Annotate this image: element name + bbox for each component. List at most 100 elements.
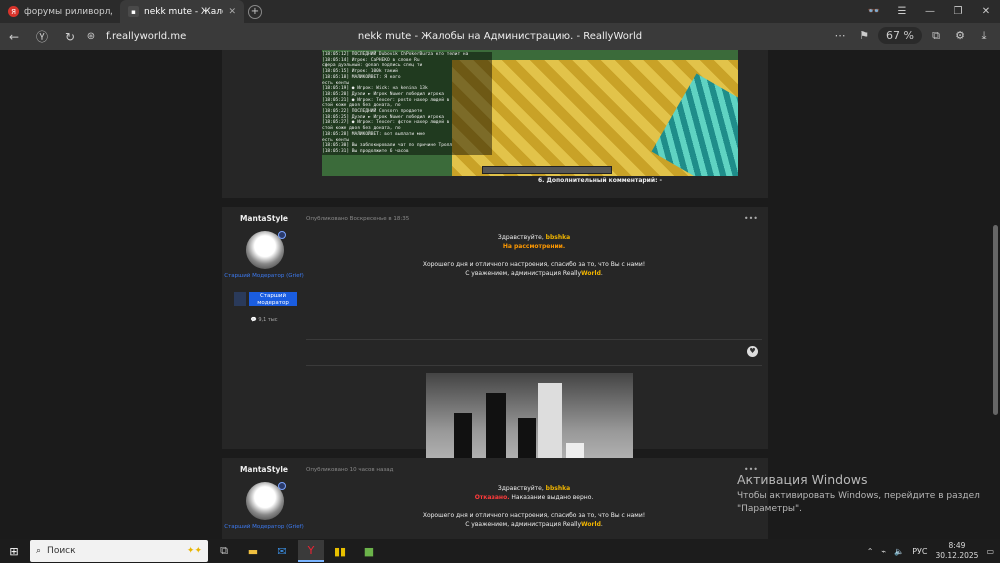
sparkle-icon: ✦✦ (186, 546, 202, 556)
post-body: Здравствуйте, bbshka На рассмотрении. Хо… (306, 233, 762, 278)
yandex-icon: Я (8, 6, 19, 17)
realityworld-icon: ▪ (128, 6, 139, 17)
author-role: Старший Модератор (Grief) (224, 273, 304, 279)
post-body: Здравствуйте, bbshka Отказано. Наказание… (306, 484, 762, 529)
greeting-text: Здравствуйте, (497, 485, 544, 492)
author-name[interactable]: MantaStyle (222, 214, 306, 223)
site-security-icon[interactable]: ⊛ (84, 31, 98, 42)
app-icon-yellow[interactable]: ▮▮ (327, 540, 353, 562)
body-text: Хорошего дня и отличного настроения, спа… (422, 261, 646, 268)
signoff-text: С уважением, администрация Really (465, 270, 582, 277)
bookmark-icon[interactable]: ⚑ (854, 29, 874, 42)
search-icon: ⌕ (36, 546, 42, 556)
yandex-home-icon[interactable]: Ⓨ (28, 28, 56, 45)
watermark-line: Чтобы активировать Windows, перейдите в … (737, 491, 980, 501)
search-placeholder: Поиск (47, 546, 76, 556)
reader-icon[interactable]: 👓 (860, 6, 888, 17)
outlook-icon[interactable]: ✉ (269, 540, 295, 562)
tab-forum-search[interactable]: Я форумы риливорлд — Ян (0, 0, 120, 23)
page-scrollbar[interactable] (993, 225, 998, 415)
author-role: Старший Модератор (Grief) (224, 524, 304, 530)
message-count-value: 9,1 тыс (258, 317, 278, 323)
status-text: На рассмотрении. (502, 243, 566, 250)
more-options-icon[interactable]: ••• (744, 214, 758, 223)
chat-line: [18:05:31] Вы продолжите 6 часов (322, 148, 409, 154)
tab-title: nekk mute - Жалобы на (144, 6, 223, 17)
signoff-suffix: . (600, 521, 603, 528)
divider (306, 339, 762, 340)
tab-title: форумы риливорлд — Ян (24, 6, 112, 17)
mc-chat-log: [18:05:12] ПОСЛЕДНИЙ Dubovik ChPokerBurz… (322, 52, 492, 155)
clock-time: 8:49 (948, 541, 966, 550)
task-view-icon[interactable]: ⧉ (211, 540, 237, 562)
watermark-line: "Параметры". (737, 504, 803, 514)
clock[interactable]: 8:49 30.12.2025 (935, 541, 978, 561)
back-arrow-icon[interactable]: ← (0, 30, 28, 44)
zoom-indicator[interactable]: 67 % (878, 27, 922, 44)
body-text: Хорошего дня и отличного настроения, спа… (422, 512, 646, 519)
mention-user[interactable]: bbshka (546, 234, 570, 241)
close-tab-icon[interactable]: ✕ (228, 7, 236, 17)
yandex-browser-icon[interactable]: Y (298, 540, 324, 562)
status-line: Отказано. Наказание выдано верно. (306, 493, 762, 502)
menu-icon[interactable]: ☰ (888, 6, 916, 17)
system-tray: ⌃ ⌁ 🔈 РУС 8:49 30.12.2025 ▭ (867, 539, 994, 563)
chat-line: [18:05:12] ПОСЛЕДНИЙ Dubovik ChPokerBurz… (322, 52, 469, 57)
tab-complaint[interactable]: ▪ nekk mute - Жалобы на ✕ (120, 0, 244, 23)
url-field[interactable]: f.reallyworld.me (106, 31, 186, 42)
page-viewport: [18:05:12] ПОСЛЕДНИЙ Dubovik ChPokerBurz… (0, 50, 1000, 539)
role-badge: Старший модератор (249, 292, 297, 306)
greeting: Здравствуйте, bbshka (306, 233, 762, 242)
signoff: С уважением, администрация ReallyWorld. (306, 520, 762, 529)
additional-comment: 6. Дополнительный комментарий: - (538, 177, 663, 184)
windows-start-icon[interactable]: ⊞ (0, 545, 28, 558)
reload-icon[interactable]: ↻ (56, 30, 84, 44)
online-status-icon (278, 482, 286, 490)
mention-user[interactable]: bbshka (546, 485, 570, 492)
mc-hotbar (482, 166, 612, 174)
watermark-title: Активация Windows (737, 472, 868, 487)
post-date[interactable]: Опубликовано Воскресенье в 18:35 (306, 216, 409, 222)
post-original: [18:05:12] ПОСЛЕДНИЙ Dubovik ChPokerBurz… (222, 50, 768, 198)
greeting-text: Здравствуйте, (497, 234, 544, 241)
chess-piece (486, 393, 506, 468)
new-tab-button[interactable]: + (248, 4, 262, 19)
chevron-up-icon[interactable]: ⌃ (867, 547, 874, 556)
signoff-suffix: . (600, 270, 603, 277)
language-indicator[interactable]: РУС (912, 547, 927, 556)
more-icon[interactable]: ⋯ (830, 29, 850, 42)
tab-bar: Я форумы риливорлд — Ян ▪ nekk mute - Жа… (0, 0, 1000, 23)
extensions-icon[interactable]: ⚙ (950, 29, 970, 42)
window-controls: 👓 ☰ — ❐ ✕ (860, 0, 1000, 23)
minimize-button[interactable]: — (916, 6, 944, 17)
tabs-icon[interactable]: ⧉ (926, 29, 946, 43)
post-date[interactable]: Опубликовано 10 часов назад (306, 467, 393, 473)
signoff-text: С уважением, администрация Really (465, 521, 582, 528)
signoff-brand: World (581, 270, 601, 277)
close-window-button[interactable]: ✕ (972, 6, 1000, 17)
author-name[interactable]: MantaStyle (222, 465, 306, 474)
speaker-icon[interactable]: 🔈 (894, 547, 904, 556)
maximize-button[interactable]: ❐ (944, 6, 972, 17)
post-reply-1: MantaStyle Старший Модератор (Grief) Ста… (222, 207, 768, 490)
minecraft-icon[interactable]: ■ (356, 540, 382, 562)
online-status-icon (278, 231, 286, 239)
shield-icon (234, 292, 246, 306)
taskbar: ⊞ ⌕ Поиск ✦✦ ⧉ ▬ ✉ Y ▮▮ ■ ⌃ ⌁ 🔈 РУС 8:49… (0, 539, 1000, 563)
taskbar-search[interactable]: ⌕ Поиск ✦✦ (30, 540, 208, 562)
network-icon[interactable]: ⌁ (881, 547, 886, 556)
status-detail: Наказание выдано верно. (511, 494, 594, 501)
windows-activation-watermark: Активация Windows Чтобы активировать Win… (737, 472, 980, 516)
signoff-brand: World (581, 521, 601, 528)
minecraft-screenshot[interactable]: [18:05:12] ПОСЛЕДНИЙ Dubovik ChPokerBurz… (322, 50, 738, 176)
like-icon[interactable]: ♥ (747, 346, 758, 357)
signoff: С уважением, администрация ReallyWorld. (306, 269, 762, 278)
downloads-icon[interactable]: ⤓ (974, 29, 994, 43)
address-bar: ← Ⓨ ↻ ⊛ f.reallyworld.me nekk mute - Жал… (0, 23, 1000, 50)
message-count: 💬 9,1 тыс (250, 317, 278, 323)
notification-icon[interactable]: ▭ (986, 547, 994, 556)
post-reply-2: MantaStyle Старший Модератор (Grief) Опу… (222, 458, 768, 539)
greeting: Здравствуйте, bbshka (306, 484, 762, 493)
file-explorer-icon[interactable]: ▬ (240, 540, 266, 562)
status-text: Отказано. (474, 494, 510, 501)
